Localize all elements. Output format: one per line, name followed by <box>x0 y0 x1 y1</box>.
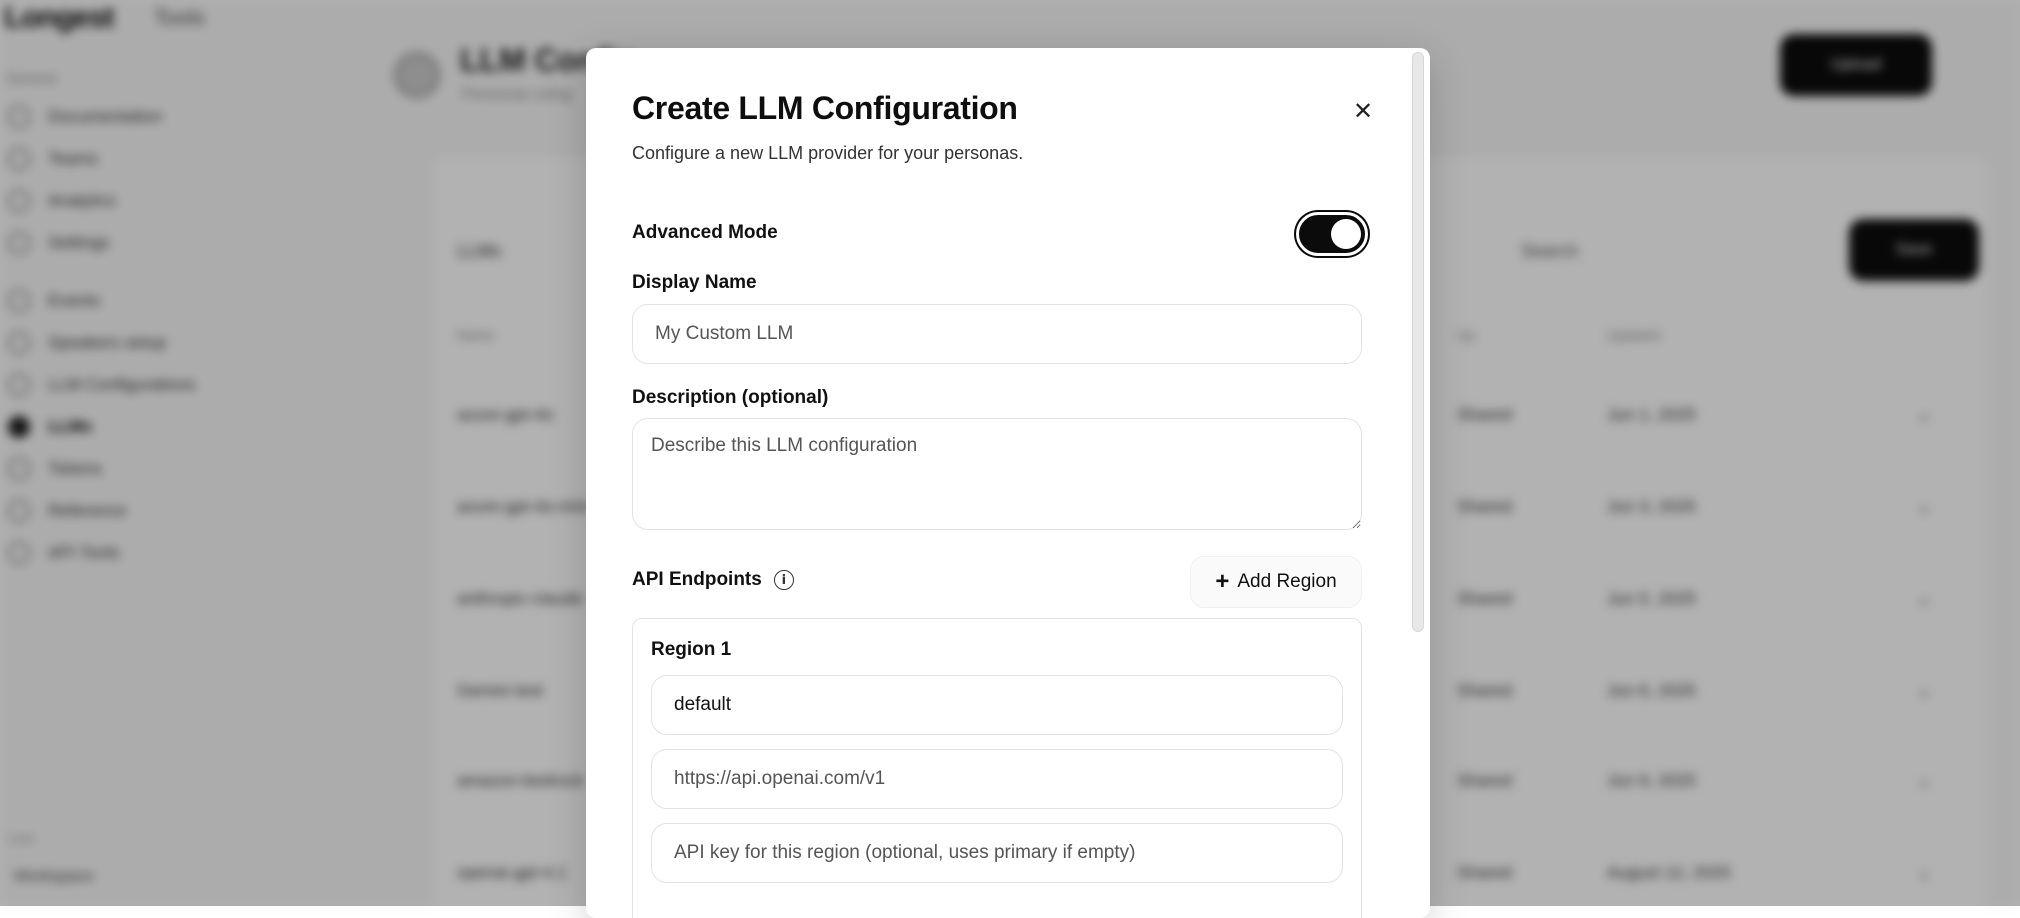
advanced-mode-label: Advanced Mode <box>632 222 778 243</box>
modal-title: Create LLM Configuration <box>632 90 1018 126</box>
api-endpoints-label: API Endpoints <box>632 569 762 590</box>
modal-scrollbar[interactable] <box>1412 52 1424 632</box>
region-name-input[interactable] <box>651 675 1343 735</box>
region-url-input[interactable] <box>651 749 1343 809</box>
info-icon[interactable]: i <box>773 570 794 590</box>
api-endpoints-heading: API Endpoints i <box>632 569 794 591</box>
description-label: Description (optional) <box>632 387 829 408</box>
add-region-button[interactable]: + Add Region <box>1190 556 1362 608</box>
display-name-label: Display Name <box>632 272 757 293</box>
add-region-label: Add Region <box>1237 571 1337 592</box>
display-name-input[interactable] <box>632 304 1362 364</box>
description-textarea[interactable] <box>632 418 1362 530</box>
create-llm-config-dialog: Create LLM Configuration ✕ Configure a n… <box>586 48 1430 918</box>
advanced-mode-toggle[interactable] <box>1296 212 1368 256</box>
close-icon[interactable]: ✕ <box>1342 90 1384 132</box>
modal-subtitle: Configure a new LLM provider for your pe… <box>632 143 1024 163</box>
plus-icon: + <box>1215 568 1230 595</box>
region-card: Region 1 <box>632 618 1362 918</box>
toggle-knob <box>1331 219 1361 249</box>
region-title: Region 1 <box>651 639 732 660</box>
region-api-key-input[interactable] <box>651 823 1343 883</box>
